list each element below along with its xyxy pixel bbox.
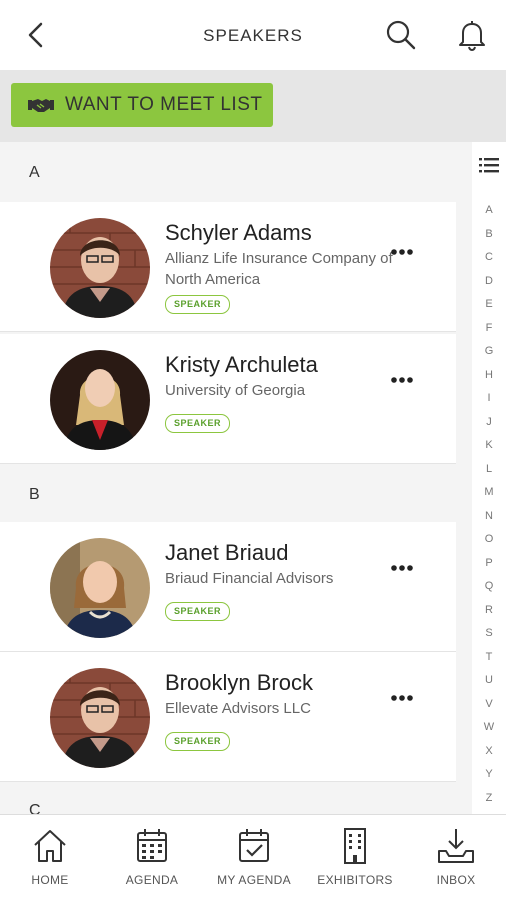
alphabet-letter-l[interactable]: L [472,463,506,487]
building-icon [344,828,366,864]
speaker-badge: SPEAKER [165,295,231,314]
alphabet-letters[interactable]: ABCDEFGHIJKLMNOPQRSTUVWXYZ [472,204,506,814]
nav-home-label: HOME [31,873,69,887]
more-options-icon[interactable] [390,376,414,384]
speaker-company: Briaud Financial Advisors [165,570,334,587]
alphabet-letter-b[interactable]: B [472,228,506,252]
alphabet-index[interactable]: ABCDEFGHIJKLMNOPQRSTUVWXYZ [472,142,506,814]
alphabet-letter-f[interactable]: F [472,322,506,346]
handshake-icon [28,99,54,112]
nav-home[interactable]: HOME [0,827,100,887]
alphabet-letter-x[interactable]: X [472,745,506,769]
alphabet-letter-w[interactable]: W [472,721,506,745]
alphabet-letter-n[interactable]: N [472,510,506,534]
alphabet-letter-v[interactable]: V [472,698,506,722]
section-header-c: C [29,802,41,814]
alphabet-letter-z[interactable]: Z [472,792,506,815]
alphabet-letter-o[interactable]: O [472,533,506,557]
speaker-name: Schyler Adams [165,220,312,245]
nav-agenda[interactable]: AGENDA [102,827,202,887]
alphabet-letter-e[interactable]: E [472,298,506,322]
speaker-list[interactable]: A Schyler Adams Allianz Life Insurance C… [0,142,506,814]
alphabet-letter-k[interactable]: K [472,439,506,463]
alphabet-letter-c[interactable]: C [472,251,506,275]
search-icon[interactable] [384,18,418,52]
inbox-download-icon [438,829,474,863]
more-options-icon[interactable] [390,694,414,702]
section-header-b: B [29,486,40,503]
calendar-icon [137,829,167,862]
nav-inbox-label: INBOX [436,873,476,887]
nav-inbox[interactable]: INBOX [406,827,506,887]
speaker-name: Brooklyn Brock [165,670,313,695]
speaker-avatar [50,538,150,638]
speaker-card[interactable]: Schyler Adams Allianz Life Insurance Com… [0,202,456,332]
nav-my-agenda-label: MY AGENDA [217,873,291,887]
bottom-navigation: HOME AGENDA MY AGENDA EXHIBITORS INBOX [0,814,506,901]
alphabet-letter-p[interactable]: P [472,557,506,581]
calendar-check-icon [239,829,269,862]
notification-bell-icon[interactable] [455,18,489,52]
want-to-meet-label: WANT TO MEET LIST [65,94,263,115]
nav-agenda-label: AGENDA [125,873,179,887]
speaker-name: Janet Briaud [165,540,289,565]
speaker-company: Ellevate Advisors LLC [165,700,311,717]
alphabet-letter-q[interactable]: Q [472,580,506,604]
home-icon [34,830,66,862]
speaker-company: University of Georgia [165,382,306,399]
speaker-card[interactable]: Janet Briaud Briaud Financial Advisors S… [0,522,456,652]
speaker-avatar [50,668,150,768]
section-header-a: A [29,164,40,181]
alphabet-letter-a[interactable]: A [472,204,506,228]
page-title: SPEAKERS [203,26,303,45]
nav-my-agenda[interactable]: MY AGENDA [204,827,304,887]
alphabet-letter-j[interactable]: J [472,416,506,440]
alphabet-letter-i[interactable]: I [472,392,506,416]
want-to-meet-list-button[interactable]: WANT TO MEET LIST [11,83,273,127]
speaker-name: Kristy Archuleta [165,352,318,377]
more-options-icon[interactable] [390,564,414,572]
top-app-bar: SPEAKERS [0,0,506,70]
speaker-company: Allianz Life Insurance Company of North … [165,250,393,288]
alphabet-letter-y[interactable]: Y [472,768,506,792]
nav-exhibitors[interactable]: EXHIBITORS [305,827,405,887]
speaker-avatar [50,218,150,318]
alphabet-letter-h[interactable]: H [472,369,506,393]
speaker-card[interactable]: Kristy Archuleta University of Georgia S… [0,334,456,464]
alphabet-letter-u[interactable]: U [472,674,506,698]
speaker-badge: SPEAKER [165,414,231,433]
meet-list-bar: WANT TO MEET LIST [0,70,506,142]
nav-exhibitors-label: EXHIBITORS [317,873,393,887]
alphabet-letter-r[interactable]: R [472,604,506,628]
speaker-badge: SPEAKER [165,602,231,621]
alphabet-letter-m[interactable]: M [472,486,506,510]
list-view-icon[interactable] [479,156,499,174]
speaker-badge: SPEAKER [165,732,231,751]
alphabet-letter-d[interactable]: D [472,275,506,299]
alphabet-letter-s[interactable]: S [472,627,506,651]
alphabet-letter-t[interactable]: T [472,651,506,675]
speaker-card[interactable]: Brooklyn Brock Ellevate Advisors LLC SPE… [0,652,456,782]
more-options-icon[interactable] [390,248,414,256]
speaker-avatar [50,350,150,450]
alphabet-letter-g[interactable]: G [472,345,506,369]
